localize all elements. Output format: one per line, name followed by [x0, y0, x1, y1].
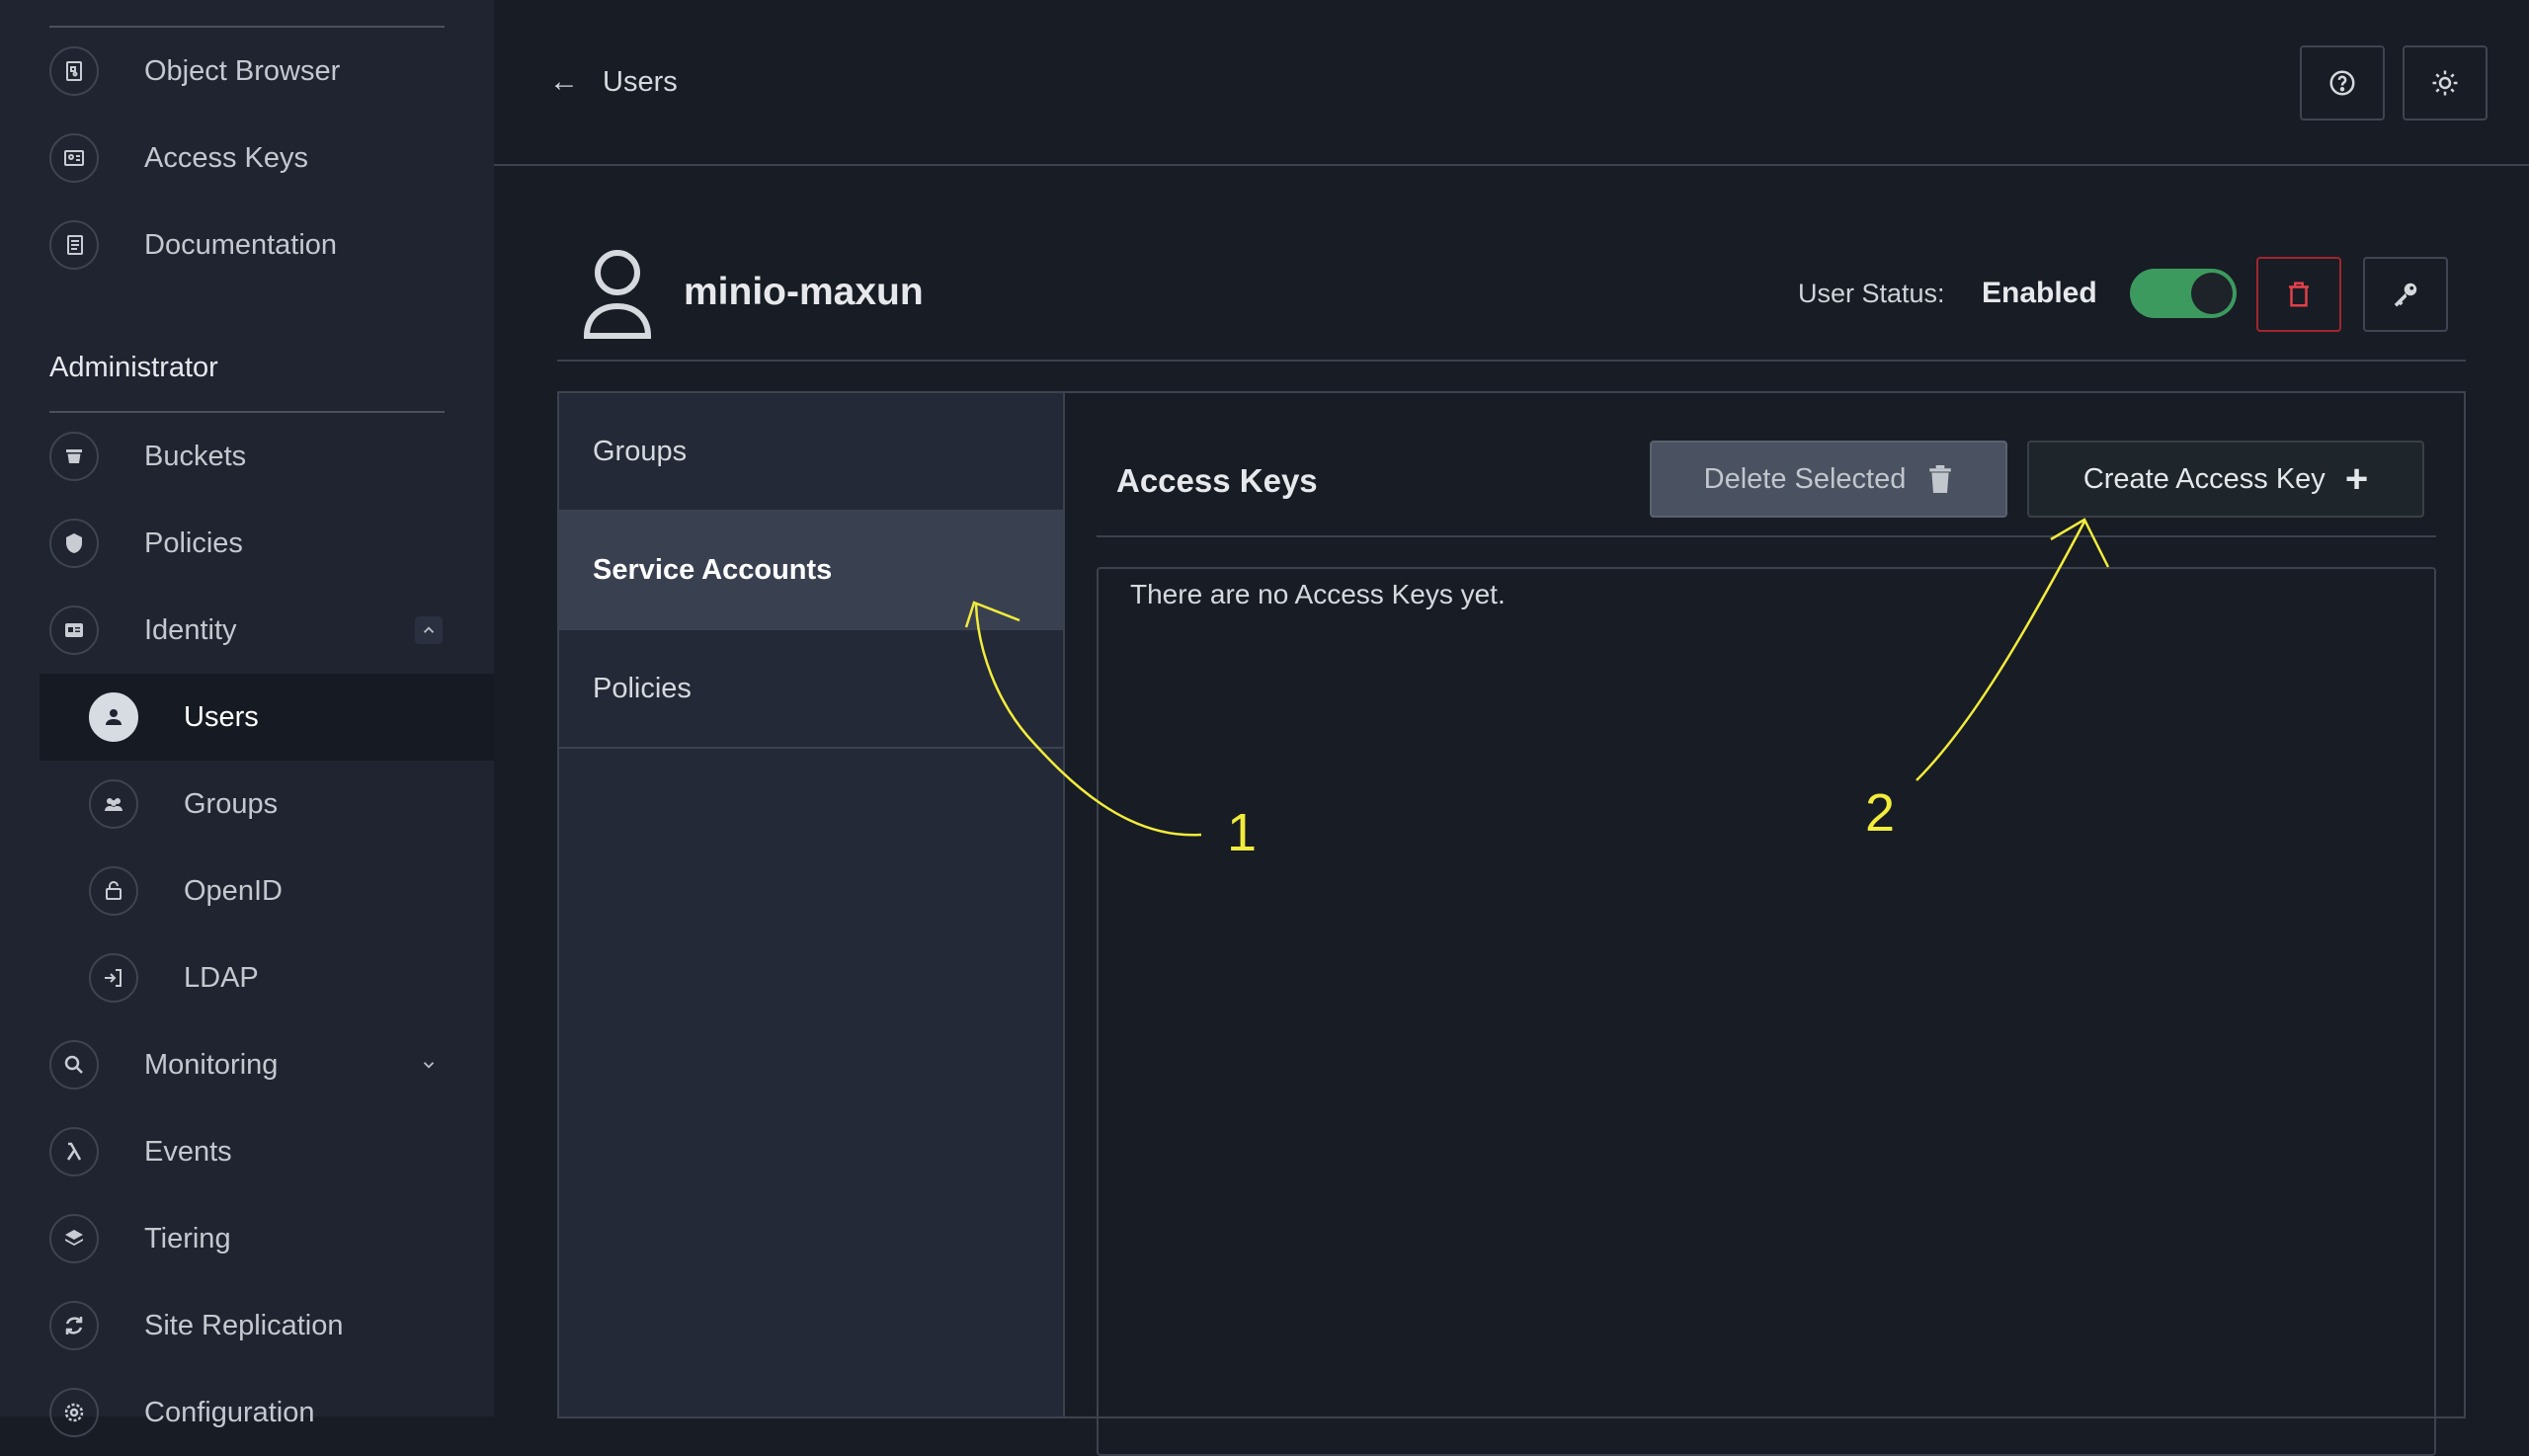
sidebar-item-policies[interactable]: Policies — [49, 500, 494, 587]
user-icon — [89, 692, 138, 742]
tab-groups[interactable]: Groups — [559, 393, 1063, 512]
sidebar-item-access-keys[interactable]: Access Keys — [49, 115, 494, 202]
delete-selected-button[interactable]: Delete Selected — [1650, 441, 2007, 518]
sidebar-item-label: Events — [144, 1135, 232, 1168]
key-icon — [2394, 283, 2417, 307]
policy-icon — [49, 519, 99, 568]
bucket-icon — [49, 432, 99, 481]
lambda-icon — [49, 1127, 99, 1176]
content-divider — [1097, 535, 2436, 537]
top-bar: ← Users — [494, 0, 2529, 166]
user-name: minio-maxun — [684, 271, 924, 313]
plus-icon: + — [2344, 457, 2369, 501]
chevron-up-icon[interactable] — [415, 616, 443, 644]
user-header: minio-maxun User Status: Enabled — [557, 237, 2466, 362]
sidebar-item-identity[interactable]: Identity — [49, 587, 494, 674]
sidebar-item-label: OpenID — [184, 874, 283, 907]
sidebar-item-documentation[interactable]: Documentation — [49, 202, 494, 288]
tab-policies[interactable]: Policies — [559, 630, 1063, 749]
chevron-down-icon[interactable] — [415, 1051, 443, 1079]
object-browser-icon — [49, 46, 99, 96]
sidebar-item-label: Buckets — [144, 440, 247, 472]
monitoring-icon — [49, 1040, 99, 1090]
theme-toggle-button[interactable] — [2403, 45, 2488, 121]
tab-content: Access Keys Delete Selected Create Acces… — [1097, 393, 2436, 1456]
user-status-toggle[interactable] — [2130, 269, 2237, 318]
sidebar-item-label: Groups — [184, 787, 279, 820]
identity-icon — [49, 606, 99, 655]
section-title: Access Keys — [1116, 462, 1318, 499]
help-button[interactable] — [2300, 45, 2385, 121]
empty-message: There are no Access Keys yet. — [1130, 579, 1506, 609]
tiering-icon — [49, 1214, 99, 1263]
back-link[interactable]: ← Users — [549, 65, 678, 99]
user-status-label: User Status: — [1798, 279, 1945, 308]
sidebar: Object Browser Access Keys Documentation… — [0, 0, 494, 1437]
change-password-button[interactable] — [2363, 257, 2448, 332]
sun-icon — [2432, 70, 2458, 96]
sidebar-item-label: Access Keys — [144, 141, 308, 174]
sidebar-item-label: Monitoring — [144, 1048, 279, 1081]
sidebar-section-title: Administrator — [49, 352, 218, 383]
sidebar-item-label: LDAP — [184, 961, 259, 994]
groups-icon — [89, 779, 138, 829]
openid-icon — [89, 866, 138, 916]
create-access-key-button[interactable]: Create Access Key + — [2027, 441, 2424, 518]
delete-selected-label: Delete Selected — [1703, 462, 1907, 495]
sidebar-item-ldap[interactable]: LDAP — [89, 934, 494, 1021]
delete-user-button[interactable] — [2256, 257, 2341, 332]
sidebar-item-groups[interactable]: Groups — [89, 761, 494, 848]
replication-icon — [49, 1301, 99, 1350]
annotation-number-2: 2 — [1865, 783, 1896, 843]
sidebar-item-site-replication[interactable]: Site Replication — [49, 1282, 494, 1369]
ldap-icon — [89, 953, 138, 1003]
gear-icon — [49, 1388, 99, 1437]
access-keys-icon — [49, 133, 99, 183]
documentation-icon — [49, 220, 99, 270]
sidebar-item-tiering[interactable]: Tiering — [49, 1195, 494, 1282]
sidebar-item-object-browser[interactable]: Object Browser — [49, 28, 494, 115]
create-access-key-label: Create Access Key — [2082, 462, 2325, 495]
tab-service-accounts[interactable]: Service Accounts — [559, 512, 1063, 630]
access-keys-list: There are no Access Keys yet. — [1097, 567, 2436, 1456]
annotation-number-1: 1 — [1227, 803, 1258, 862]
sidebar-item-label: Identity — [144, 613, 237, 646]
help-icon — [2329, 70, 2355, 96]
back-label: Users — [603, 65, 678, 98]
sidebar-item-label: Site Replication — [144, 1309, 344, 1341]
user-status-value: Enabled — [1982, 277, 2097, 309]
toggle-knob — [2191, 273, 2233, 314]
user-avatar-icon — [583, 250, 652, 339]
sidebar-item-label: Tiering — [144, 1222, 231, 1254]
sidebar-item-events[interactable]: Events — [49, 1108, 494, 1195]
trash-icon — [2289, 282, 2309, 307]
arrow-left-icon: ← — [549, 65, 579, 98]
sidebar-item-label: Configuration — [144, 1396, 315, 1428]
user-details-panel: Groups Service Accounts Policies Access … — [557, 391, 2466, 1456]
sidebar-item-configuration[interactable]: Configuration — [49, 1369, 494, 1456]
sidebar-item-label: Object Browser — [144, 54, 341, 87]
sidebar-item-label: Users — [184, 700, 259, 733]
trash-icon — [1929, 465, 1952, 493]
sidebar-item-label: Documentation — [144, 228, 338, 261]
sidebar-item-openid[interactable]: OpenID — [89, 848, 494, 934]
sidebar-item-monitoring[interactable]: Monitoring — [49, 1021, 494, 1108]
sidebar-item-label: Policies — [144, 526, 243, 559]
sidebar-item-buckets[interactable]: Buckets — [49, 413, 494, 500]
vertical-tabs: Groups Service Accounts Policies — [559, 393, 1065, 1416]
sidebar-item-users[interactable]: Users — [40, 674, 494, 761]
